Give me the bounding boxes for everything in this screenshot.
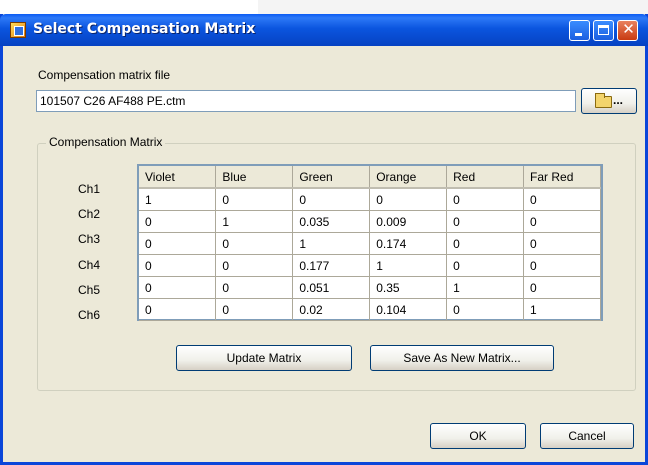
row-label-ch3: Ch3	[78, 232, 101, 246]
matrix-cell[interactable]: 0	[446, 188, 525, 211]
maximize-icon	[598, 25, 609, 35]
app-icon	[10, 22, 26, 38]
column-header-orange[interactable]: Orange	[369, 166, 448, 189]
group-label: Compensation Matrix	[46, 135, 166, 149]
matrix-cell[interactable]: 0	[139, 232, 217, 255]
folder-icon	[595, 93, 612, 108]
row-label-ch2: Ch2	[78, 207, 101, 221]
matrix-cell[interactable]: 0.009	[369, 210, 448, 233]
row-label-ch1: Ch1	[78, 182, 101, 196]
column-header-blue[interactable]: Blue	[215, 166, 294, 189]
matrix-cell[interactable]: 0	[523, 210, 601, 233]
row-label-ch5: Ch5	[78, 283, 101, 297]
matrix-grid[interactable]: Violet Blue Green Orange Red Far Red 1 0…	[137, 164, 603, 321]
matrix-cell[interactable]: 0.02	[292, 298, 371, 321]
matrix-cell[interactable]: 0	[446, 254, 525, 277]
cancel-button[interactable]: Cancel	[540, 423, 634, 449]
browse-ellipsis: ...	[613, 93, 624, 107]
matrix-cell[interactable]: 0	[446, 232, 525, 255]
save-as-new-matrix-button[interactable]: Save As New Matrix...	[370, 345, 554, 371]
matrix-cell[interactable]: 0	[292, 188, 371, 211]
matrix-cell[interactable]: 1	[215, 210, 294, 233]
table-row: 1 0 0 0 0 0	[139, 188, 601, 211]
matrix-cell[interactable]: 0	[139, 210, 217, 233]
column-header-red[interactable]: Red	[446, 166, 525, 189]
window-title: Select Compensation Matrix	[33, 21, 256, 37]
matrix-cell[interactable]: 0	[215, 276, 294, 299]
column-header-far-red[interactable]: Far Red	[523, 166, 601, 189]
matrix-cell[interactable]: 1	[446, 276, 525, 299]
file-label: Compensation matrix file	[38, 68, 171, 82]
table-row: 0 0 0.177 1 0 0	[139, 254, 601, 277]
matrix-cell[interactable]: 1	[523, 298, 601, 321]
minimize-icon	[575, 33, 582, 36]
matrix-cell[interactable]: 0	[523, 254, 601, 277]
matrix-cell[interactable]: 0.35	[369, 276, 448, 299]
matrix-cell[interactable]: 0	[523, 188, 601, 211]
title-bar[interactable]: Select Compensation Matrix ✕	[0, 14, 648, 46]
matrix-cell[interactable]: 0	[446, 298, 525, 321]
matrix-cell[interactable]: 0	[369, 188, 448, 211]
matrix-cell[interactable]: 1	[369, 254, 448, 277]
update-matrix-button[interactable]: Update Matrix	[176, 345, 352, 371]
matrix-cell[interactable]: 0	[523, 232, 601, 255]
row-label-ch6: Ch6	[78, 308, 101, 322]
browse-button[interactable]: ...	[581, 88, 637, 114]
matrix-cell[interactable]: 0	[446, 210, 525, 233]
matrix-cell[interactable]: 0	[139, 276, 217, 299]
table-row: 0 0 1 0.174 0 0	[139, 232, 601, 255]
ok-button[interactable]: OK	[430, 423, 526, 449]
matrix-cell[interactable]: 0	[139, 298, 217, 321]
column-header-violet[interactable]: Violet	[139, 166, 217, 189]
matrix-cell[interactable]: 0.051	[292, 276, 371, 299]
column-header-green[interactable]: Green	[292, 166, 371, 189]
matrix-cell[interactable]: 0.177	[292, 254, 371, 277]
close-button[interactable]: ✕	[617, 20, 638, 41]
matrix-cell[interactable]: 0	[523, 276, 601, 299]
matrix-cell[interactable]: 1	[292, 232, 371, 255]
matrix-cell[interactable]: 1	[139, 188, 217, 211]
matrix-cell[interactable]: 0	[215, 254, 294, 277]
table-row: 0 0 0.051 0.35 1 0	[139, 276, 601, 299]
table-row: 0 0 0.02 0.104 0 1	[139, 298, 601, 321]
maximize-button[interactable]	[593, 20, 614, 41]
table-row: 0 1 0.035 0.009 0 0	[139, 210, 601, 233]
matrix-cell[interactable]: 0	[215, 188, 294, 211]
matrix-cell[interactable]: 0.174	[369, 232, 448, 255]
matrix-cell[interactable]: 0	[215, 298, 294, 321]
minimize-button[interactable]	[569, 20, 590, 41]
row-label-ch4: Ch4	[78, 258, 101, 272]
matrix-header-row: Violet Blue Green Orange Red Far Red	[139, 166, 601, 189]
matrix-cell[interactable]: 0	[139, 254, 217, 277]
matrix-cell[interactable]: 0	[215, 232, 294, 255]
file-path-input[interactable]	[36, 90, 576, 112]
matrix-cell[interactable]: 0.035	[292, 210, 371, 233]
background-window	[258, 0, 648, 15]
matrix-cell[interactable]: 0.104	[369, 298, 448, 321]
close-icon: ✕	[622, 20, 635, 38]
